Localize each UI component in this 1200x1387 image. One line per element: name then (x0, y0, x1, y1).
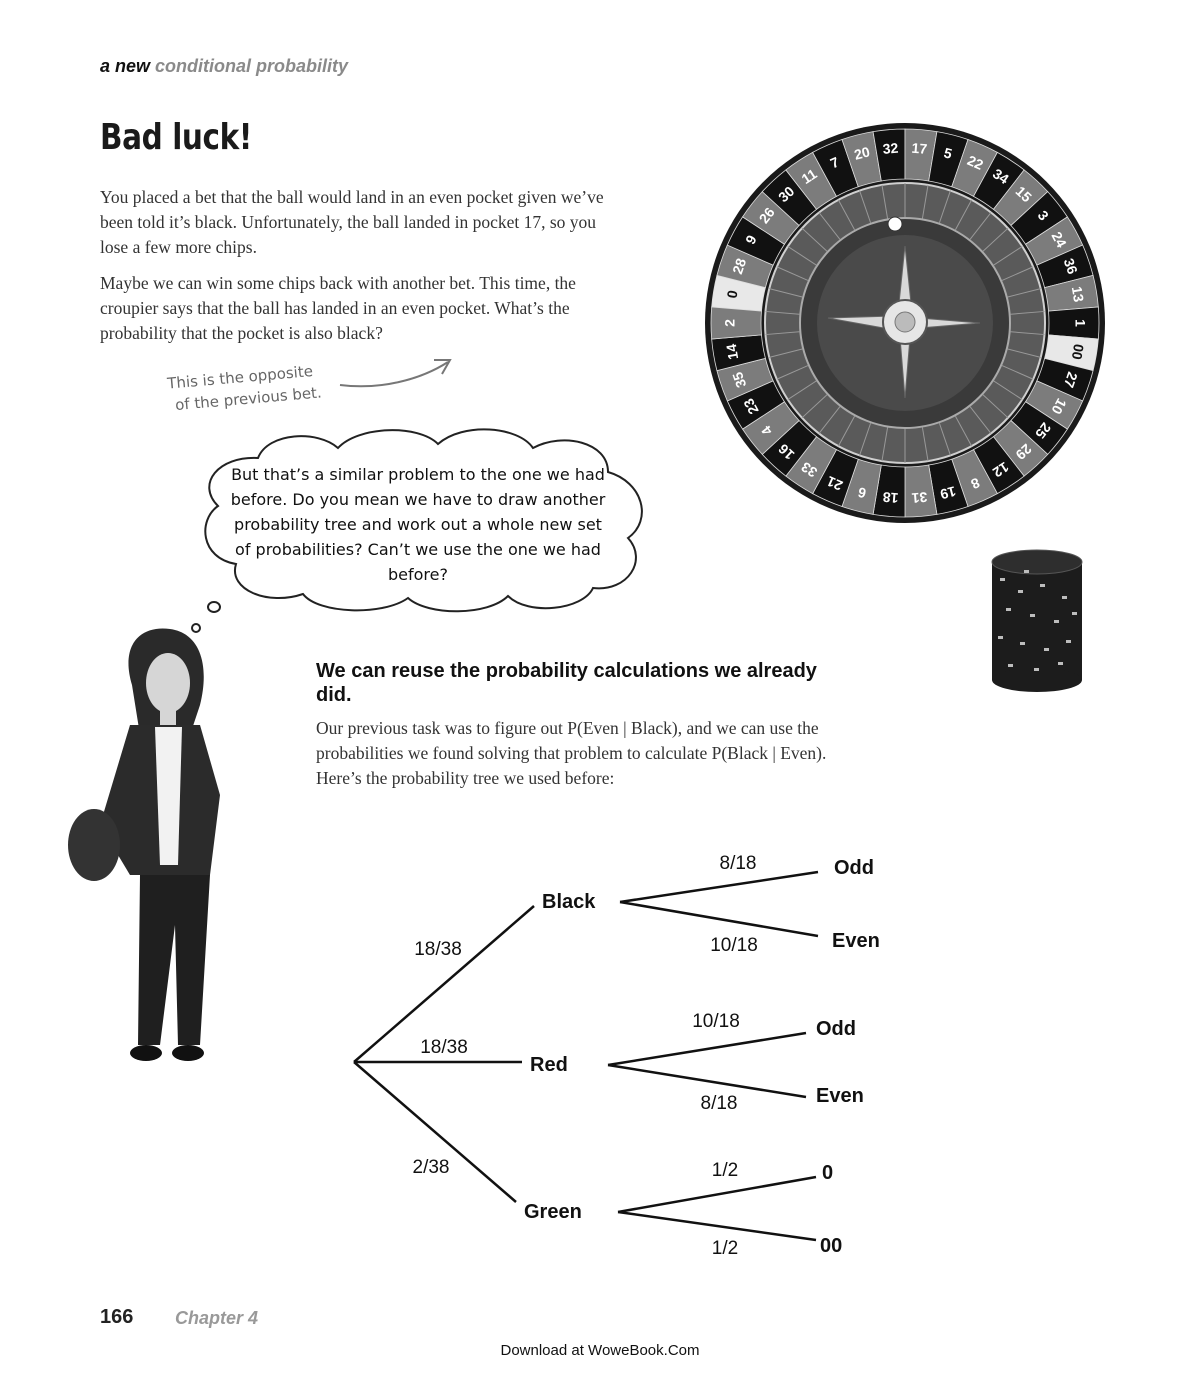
tree-branch-probability: 18/38 (420, 1037, 468, 1058)
tree-leaf-label: 0 (822, 1162, 833, 1184)
tree-node-label: Green (524, 1201, 582, 1223)
download-credit: Download at WoweBook.Com (500, 1342, 700, 1359)
chapter-label: Chapter 4 (175, 1308, 259, 1328)
tree-branch-probability: 8/18 (720, 853, 757, 874)
tree-branch-line (619, 900, 819, 938)
tree-node-label: Red (530, 1054, 568, 1076)
tree-branch-line (607, 1031, 807, 1067)
tree-branch-probability: 1/2 (712, 1160, 738, 1181)
tree-branch-line (617, 1175, 817, 1214)
tree-branch-probability: 10/18 (692, 1011, 740, 1032)
tree-branch-probability: 10/18 (710, 935, 758, 956)
tree-leaf-label: Even (832, 930, 880, 952)
page-number: 166 (100, 1306, 134, 1328)
tree-node-label: Black (542, 891, 596, 913)
tree-branch-line (619, 870, 819, 904)
tree-branch-probability: 2/38 (413, 1157, 450, 1178)
tree-branch-probability: 18/38 (414, 939, 462, 960)
probability-tree: Black 18/38 Odd 8/18 Even 10/18 Red 18/38 Odd 10/… (353, 853, 880, 1259)
tree-branch-line (617, 1210, 817, 1242)
tree-leaf-label: 00 (820, 1235, 842, 1257)
tree-branch-probability: 1/2 (712, 1238, 738, 1259)
tree-leaf-label: Odd (834, 857, 874, 879)
tree-branch-probability: 8/18 (701, 1093, 738, 1114)
tree-leaf-label: Odd (816, 1018, 856, 1040)
tree-branch-line (353, 1061, 517, 1203)
tree-leaf-label: Even (816, 1085, 864, 1107)
